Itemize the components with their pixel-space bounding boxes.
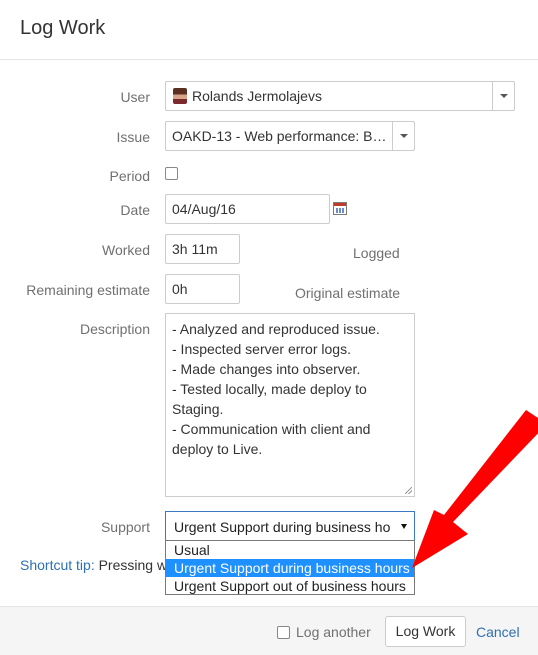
resize-handle-icon[interactable] — [405, 487, 412, 494]
period-checkbox[interactable] — [165, 167, 178, 180]
description-line: Staging. — [172, 401, 224, 417]
logged-label: Logged — [353, 245, 400, 261]
log-another-label: Log another — [296, 624, 371, 640]
shortcut-tip-label: Shortcut tip: — [20, 557, 95, 573]
dialog-footer: Log another Log Work Cancel — [0, 606, 538, 655]
log-work-button[interactable]: Log Work — [385, 616, 466, 647]
issue-value: OAKD-13 - Web performance: B… — [172, 128, 387, 144]
remaining-estimate-input[interactable]: 0h — [165, 274, 240, 304]
support-label: Support — [100, 519, 150, 535]
support-select[interactable]: Urgent Support during business ho — [165, 511, 415, 541]
calendar-icon[interactable] — [333, 202, 347, 215]
support-option-usual[interactable]: Usual — [166, 541, 414, 559]
chevron-down-icon — [499, 94, 508, 98]
description-line: - Made changes into observer. — [172, 361, 361, 377]
user-select[interactable]: Rolands Jermolajevs — [165, 81, 515, 111]
worked-value: 3h 11m — [172, 241, 218, 257]
support-option-urgent-business-hours[interactable]: Urgent Support during business hours — [166, 559, 414, 577]
support-selected-value: Urgent Support during business ho — [174, 519, 391, 535]
user-value: Rolands Jermolajevs — [192, 88, 322, 104]
description-line: - Communication with client and — [172, 421, 371, 437]
user-dropdown-button[interactable] — [492, 82, 514, 110]
issue-dropdown-button[interactable] — [392, 122, 414, 150]
dialog-header: Log Work — [0, 0, 538, 60]
remaining-estimate-value: 0h — [172, 281, 188, 297]
log-work-dialog: Log Work User Rolands Jermolajevs Issue … — [0, 0, 538, 655]
support-options-list: Usual Urgent Support during business hou… — [165, 540, 415, 595]
description-line: - Analyzed and reproduced issue. — [172, 321, 380, 337]
dialog-title: Log Work — [20, 17, 106, 39]
original-estimate-label: Original estimate — [295, 285, 401, 301]
description-label: Description — [79, 321, 150, 337]
worked-input[interactable]: 3h 11m — [165, 234, 240, 264]
worked-label: Worked — [102, 242, 150, 258]
support-option-urgent-out-of-hours[interactable]: Urgent Support out of business hours — [166, 577, 414, 595]
remaining-estimate-label: Remaining estimate — [26, 282, 150, 298]
description-line: deploy to Live. — [172, 441, 263, 457]
chevron-down-icon — [399, 134, 408, 138]
date-label: Date — [120, 202, 150, 218]
description-line: - Tested locally, made deploy to — [172, 381, 367, 397]
log-another-checkbox[interactable] — [277, 626, 290, 639]
shortcut-tip-text: Pressing w — [98, 557, 168, 573]
user-label: User — [120, 89, 150, 105]
avatar — [173, 88, 187, 104]
description-textarea[interactable]: - Analyzed and reproduced issue. - Inspe… — [165, 313, 415, 497]
description-line: - Inspected server error logs. — [172, 341, 351, 357]
cancel-link[interactable]: Cancel — [476, 624, 520, 640]
issue-select[interactable]: OAKD-13 - Web performance: B… — [165, 121, 415, 151]
period-label: Period — [109, 168, 150, 184]
issue-label: Issue — [116, 129, 150, 145]
shortcut-tip: Shortcut tip: Pressing w — [20, 557, 167, 573]
date-input[interactable]: 04/Aug/16 — [165, 194, 330, 224]
chevron-down-icon — [401, 524, 407, 529]
date-value: 04/Aug/16 — [172, 201, 236, 217]
